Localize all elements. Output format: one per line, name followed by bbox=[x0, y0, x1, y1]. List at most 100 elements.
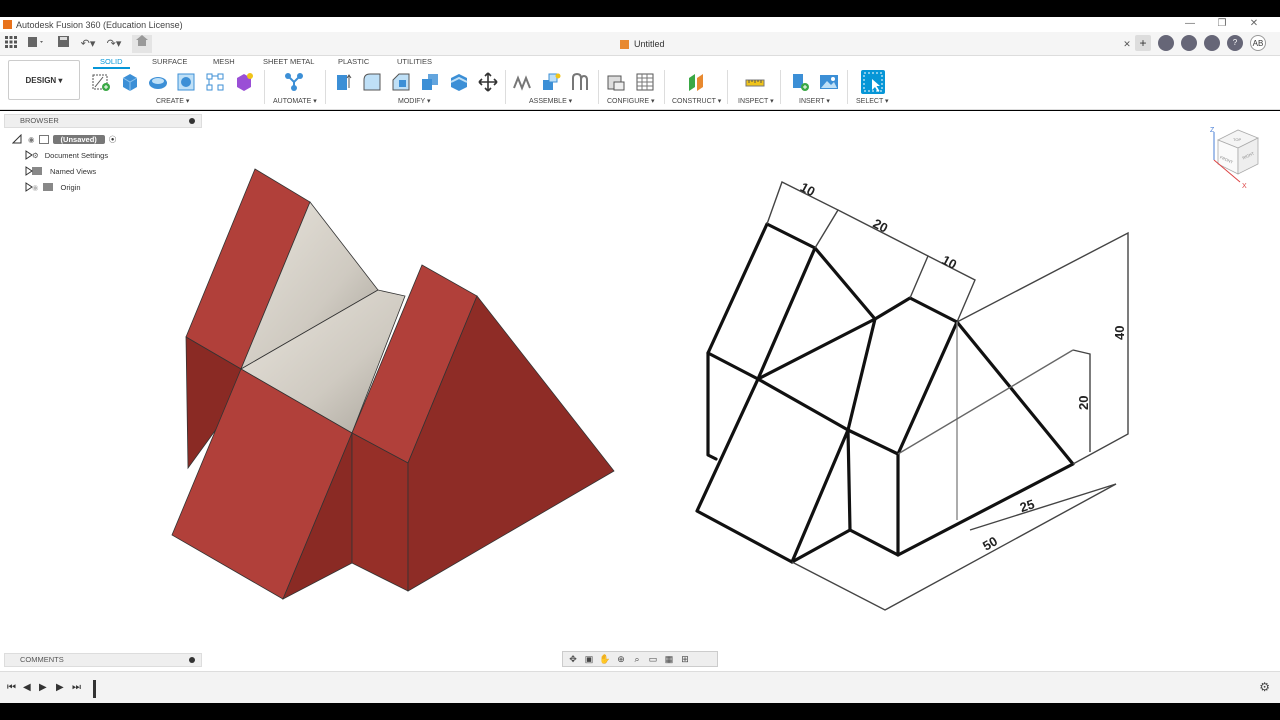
file-menu-icon[interactable] bbox=[27, 36, 45, 52]
pin-icon[interactable] bbox=[189, 118, 195, 124]
step-back-icon[interactable]: ◀ bbox=[23, 682, 31, 693]
viewcube[interactable]: Z X TOP FRONT RIGHT bbox=[1206, 124, 1262, 190]
close-window-button[interactable]: ✕ bbox=[1238, 17, 1270, 32]
dim-25: 25 bbox=[1018, 496, 1036, 515]
zoom-icon[interactable]: ⊕ bbox=[614, 654, 628, 664]
home-icon[interactable] bbox=[132, 35, 152, 53]
tab-sheet-metal[interactable]: SHEET METAL bbox=[263, 57, 314, 66]
fillet-icon[interactable] bbox=[362, 72, 382, 92]
pan-hand-icon[interactable]: ✋ bbox=[598, 654, 612, 664]
restore-button[interactable]: ❐ bbox=[1206, 17, 1238, 32]
offset-plane-icon[interactable] bbox=[686, 72, 706, 92]
browser-root-row[interactable]: ◉ (Unsaved) ⦿ bbox=[4, 132, 116, 146]
workspace-switcher[interactable]: DESIGN ▾ bbox=[8, 60, 80, 100]
activate-radio-icon[interactable]: ⦿ bbox=[109, 134, 117, 145]
dim-10-mid: 10 bbox=[939, 252, 959, 272]
grid-settings-icon[interactable]: ▦ bbox=[662, 654, 676, 664]
browser-item-document-settings[interactable]: ⚙ Document Settings bbox=[4, 148, 108, 162]
new-component-icon[interactable] bbox=[512, 72, 532, 92]
dim-50: 50 bbox=[980, 533, 1000, 553]
pin-icon[interactable] bbox=[189, 657, 195, 663]
go-to-start-icon[interactable]: ⏮ bbox=[7, 682, 16, 693]
viewport-graphics[interactable]: 10 20 10 40 20 25 50 bbox=[0, 111, 1280, 651]
press-pull-icon[interactable] bbox=[333, 72, 353, 92]
job-status-icon[interactable] bbox=[1181, 35, 1197, 51]
viewcube-top-face: TOP bbox=[1233, 137, 1241, 142]
combine-icon[interactable] bbox=[420, 72, 440, 92]
group-separator bbox=[664, 70, 665, 104]
close-tab-button[interactable]: ✕ bbox=[1122, 36, 1132, 52]
group-automate[interactable]: AUTOMATE ▾ bbox=[273, 97, 317, 105]
joint-icon[interactable] bbox=[541, 72, 561, 92]
group-configure[interactable]: CONFIGURE ▾ bbox=[607, 97, 654, 105]
configuration-table-icon[interactable] bbox=[635, 72, 655, 92]
go-to-end-icon[interactable]: ⏭ bbox=[72, 682, 81, 693]
document-tab[interactable]: Untitled bbox=[620, 36, 665, 52]
automate-icon[interactable] bbox=[284, 72, 304, 92]
viewports-icon[interactable]: ⊞ bbox=[678, 654, 692, 664]
timeline-settings-gear-icon[interactable]: ⚙ bbox=[1259, 680, 1270, 694]
create-sketch-icon[interactable] bbox=[91, 72, 111, 92]
insert-canvas-icon[interactable] bbox=[819, 72, 839, 92]
save-icon[interactable] bbox=[57, 36, 69, 52]
new-tab-plus-icon[interactable]: + bbox=[1135, 35, 1151, 51]
tab-mesh[interactable]: MESH bbox=[213, 57, 235, 66]
group-create[interactable]: CREATE ▾ bbox=[156, 97, 189, 105]
isometric-sketch-image[interactable] bbox=[695, 222, 1075, 564]
revolve-icon[interactable] bbox=[148, 72, 168, 92]
extrude-box-icon[interactable] bbox=[120, 72, 140, 92]
minimize-button[interactable]: — bbox=[1174, 17, 1206, 32]
hole-icon[interactable] bbox=[176, 72, 196, 92]
as-built-joint-icon[interactable] bbox=[570, 72, 590, 92]
comments-panel-header[interactable]: COMMENTS bbox=[4, 653, 202, 667]
tab-solid[interactable]: SOLID bbox=[100, 57, 123, 66]
visibility-eye-icon[interactable]: ◉ bbox=[28, 135, 35, 144]
rectangular-pattern-icon[interactable] bbox=[205, 72, 225, 92]
help-icon[interactable]: ? bbox=[1227, 35, 1243, 51]
viewcube-z-axis: Z bbox=[1210, 127, 1215, 134]
solid-body-3d[interactable] bbox=[171, 168, 615, 600]
browser-item-named-views[interactable]: Named Views bbox=[4, 164, 96, 178]
group-insert[interactable]: INSERT ▾ bbox=[799, 97, 830, 105]
configure-parameters-icon[interactable] bbox=[606, 72, 626, 92]
browser-panel-header[interactable]: BROWSER bbox=[4, 114, 202, 128]
quick-access-toolbar: ↶▾ ↷▾ Untitled ✕ + ? AB bbox=[0, 32, 1280, 56]
form-icon[interactable] bbox=[234, 72, 254, 92]
browser-item-origin[interactable]: ◉ Origin bbox=[4, 180, 81, 194]
move-copy-icon[interactable] bbox=[478, 72, 498, 92]
tab-plastic[interactable]: PLASTIC bbox=[338, 57, 369, 66]
redo-icon[interactable]: ↷▾ bbox=[104, 36, 124, 52]
undo-icon[interactable]: ↶▾ bbox=[78, 36, 98, 52]
extensions-icon[interactable] bbox=[1158, 35, 1174, 51]
sketch-dimension-labels: 10 20 10 40 20 25 50 bbox=[798, 179, 1127, 553]
group-inspect[interactable]: INSPECT ▾ bbox=[738, 97, 774, 105]
group-separator bbox=[598, 70, 599, 104]
tab-utilities[interactable]: UTILITIES bbox=[397, 57, 432, 66]
top-letterbox bbox=[0, 0, 1280, 17]
data-panel-grid-icon[interactable] bbox=[5, 36, 17, 52]
group-assemble[interactable]: ASSEMBLE ▾ bbox=[529, 97, 572, 105]
group-select[interactable]: SELECT ▾ bbox=[856, 97, 889, 105]
tree-expanders[interactable] bbox=[24, 150, 34, 194]
group-modify[interactable]: MODIFY ▾ bbox=[398, 97, 431, 105]
shell-icon[interactable] bbox=[449, 72, 469, 92]
measure-icon[interactable] bbox=[745, 72, 765, 92]
notifications-bell-icon[interactable] bbox=[1204, 35, 1220, 51]
look-at-icon[interactable]: ▣ bbox=[582, 654, 596, 664]
insert-derive-icon[interactable] bbox=[790, 72, 810, 92]
step-forward-icon[interactable]: ▶ bbox=[56, 682, 64, 693]
bottom-letterbox bbox=[0, 703, 1280, 720]
user-avatar[interactable]: AB bbox=[1250, 35, 1266, 51]
orbit-icon[interactable]: ✥ bbox=[566, 654, 580, 664]
fit-zoom-icon[interactable]: ⌕ bbox=[630, 654, 644, 664]
play-icon[interactable]: ▶ bbox=[39, 682, 47, 693]
collapse-triangle-icon[interactable] bbox=[12, 134, 22, 144]
select-icon[interactable] bbox=[861, 70, 885, 94]
chamfer-icon[interactable] bbox=[391, 72, 411, 92]
timeline-marker[interactable] bbox=[93, 680, 96, 698]
display-settings-icon[interactable]: ▭ bbox=[646, 654, 660, 664]
fusion-app-icon bbox=[3, 20, 12, 29]
root-component-name[interactable]: (Unsaved) bbox=[52, 134, 105, 144]
tab-surface[interactable]: SURFACE bbox=[152, 57, 187, 66]
group-construct[interactable]: CONSTRUCT ▾ bbox=[672, 97, 721, 105]
